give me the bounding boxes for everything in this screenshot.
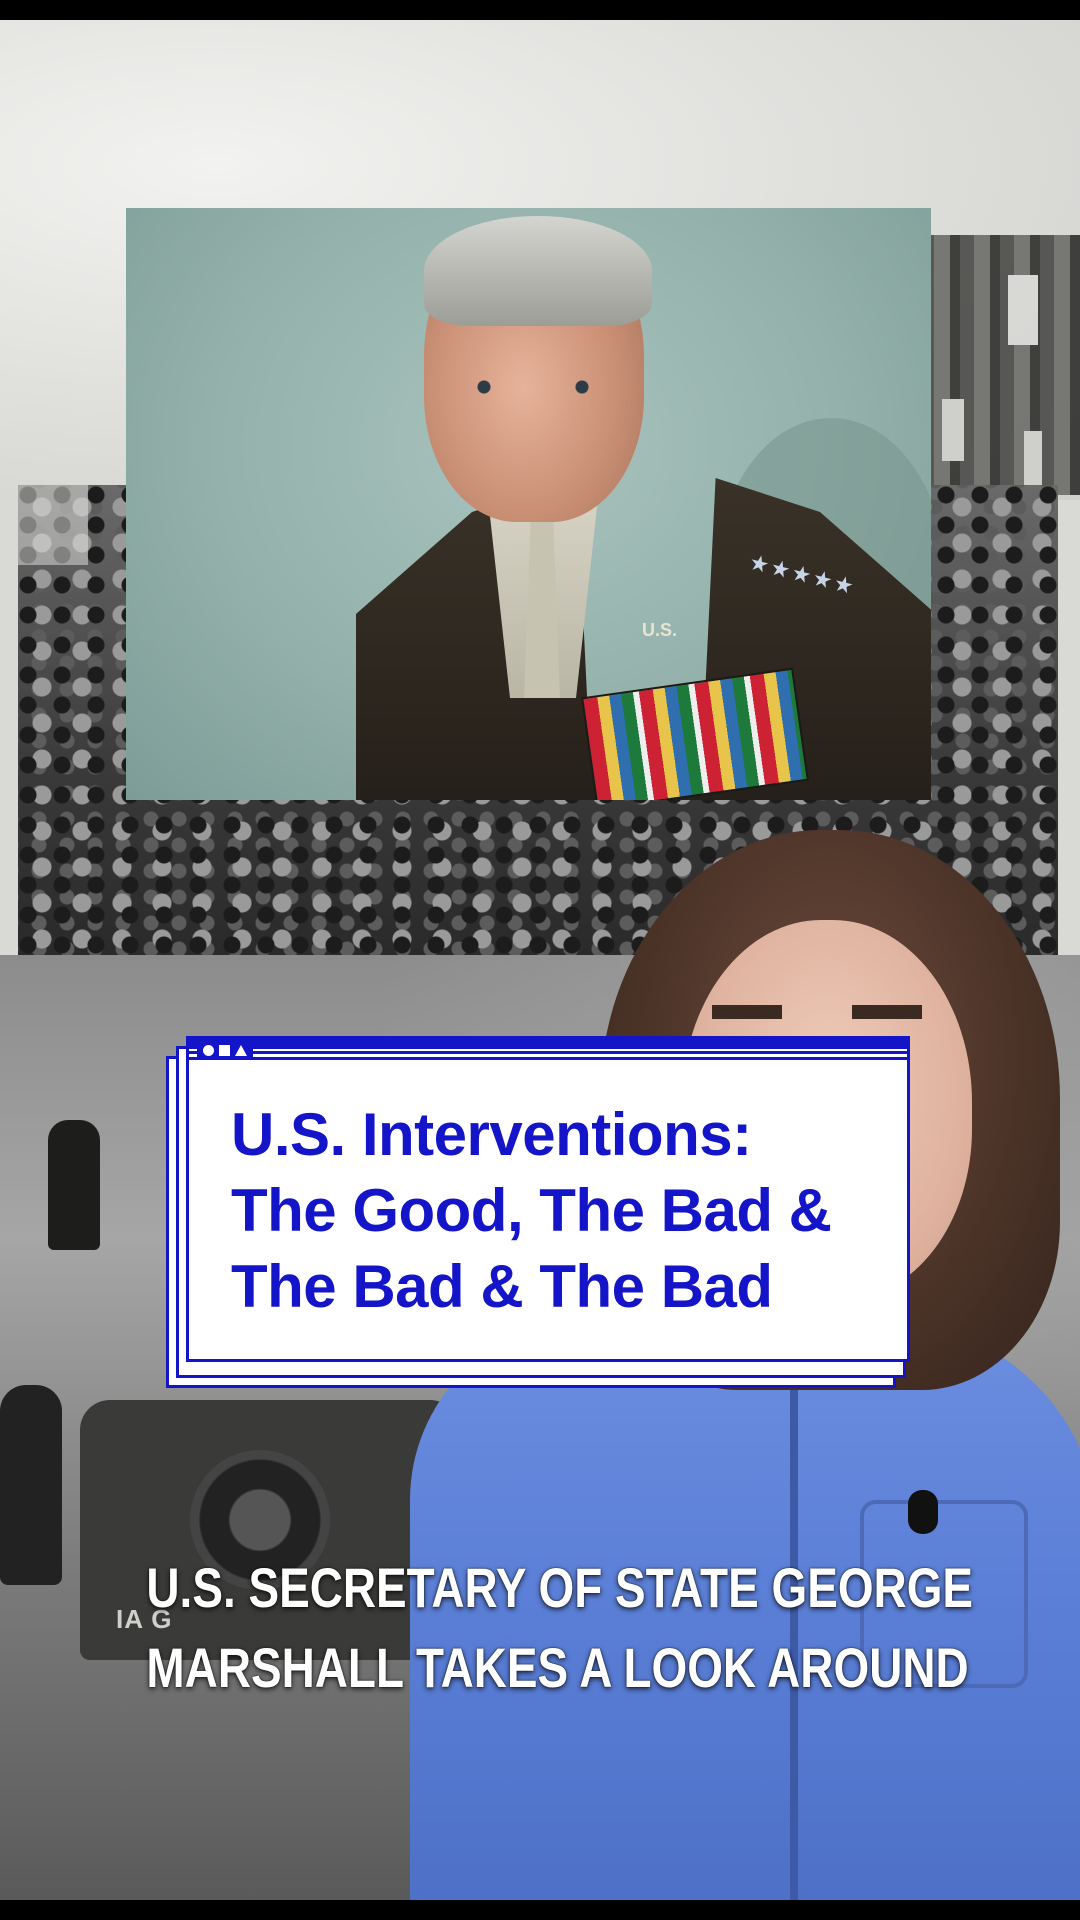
walking-person-figure bbox=[48, 1120, 100, 1250]
us-collar-insignia: U.S. bbox=[642, 620, 678, 640]
portrait-hair bbox=[424, 216, 652, 326]
title-card: U.S. Interventions: The Good, The Bad & … bbox=[166, 1036, 916, 1388]
crowd-photo-edge bbox=[18, 485, 88, 565]
standing-person-figure bbox=[0, 1385, 62, 1585]
window-titlebar-top bbox=[189, 1039, 907, 1049]
portrait-eyes bbox=[466, 380, 602, 394]
window-controls bbox=[197, 1041, 253, 1059]
series-title-line: U.S. Interventions: bbox=[231, 1101, 752, 1168]
series-title: U.S. Interventions: The Good, The Bad & … bbox=[231, 1097, 891, 1325]
series-title-line: The Good, The Bad & bbox=[231, 1177, 832, 1244]
george-marshall-portrait: ★★★★★ U.S. bbox=[126, 208, 931, 800]
video-frame: IA G ★★★★★ U.S. U.S. Interventions: The … bbox=[0, 0, 1080, 1920]
ruined-building-photo bbox=[920, 235, 1080, 495]
caption-line: U.S. SECRETARY OF STATE GEORGE bbox=[146, 1556, 974, 1619]
title-card-window: U.S. Interventions: The Good, The Bad & … bbox=[186, 1036, 910, 1362]
letterbox-bottom bbox=[0, 1900, 1080, 1920]
subtitle-caption: U.S. SECRETARY OF STATE GEORGE MARSHALL … bbox=[146, 1548, 974, 1708]
medal-ribbons bbox=[581, 667, 809, 800]
letterbox-top bbox=[0, 0, 1080, 20]
square-icon bbox=[219, 1044, 230, 1056]
presenter-eyebrows bbox=[712, 1005, 922, 1023]
caption-line: MARSHALL TAKES A LOOK AROUND bbox=[146, 1636, 969, 1699]
series-title-line: The Bad & The Bad bbox=[231, 1253, 773, 1320]
triangle-icon bbox=[235, 1044, 247, 1056]
circle-icon bbox=[203, 1044, 214, 1056]
lapel-microphone-icon bbox=[908, 1490, 938, 1534]
